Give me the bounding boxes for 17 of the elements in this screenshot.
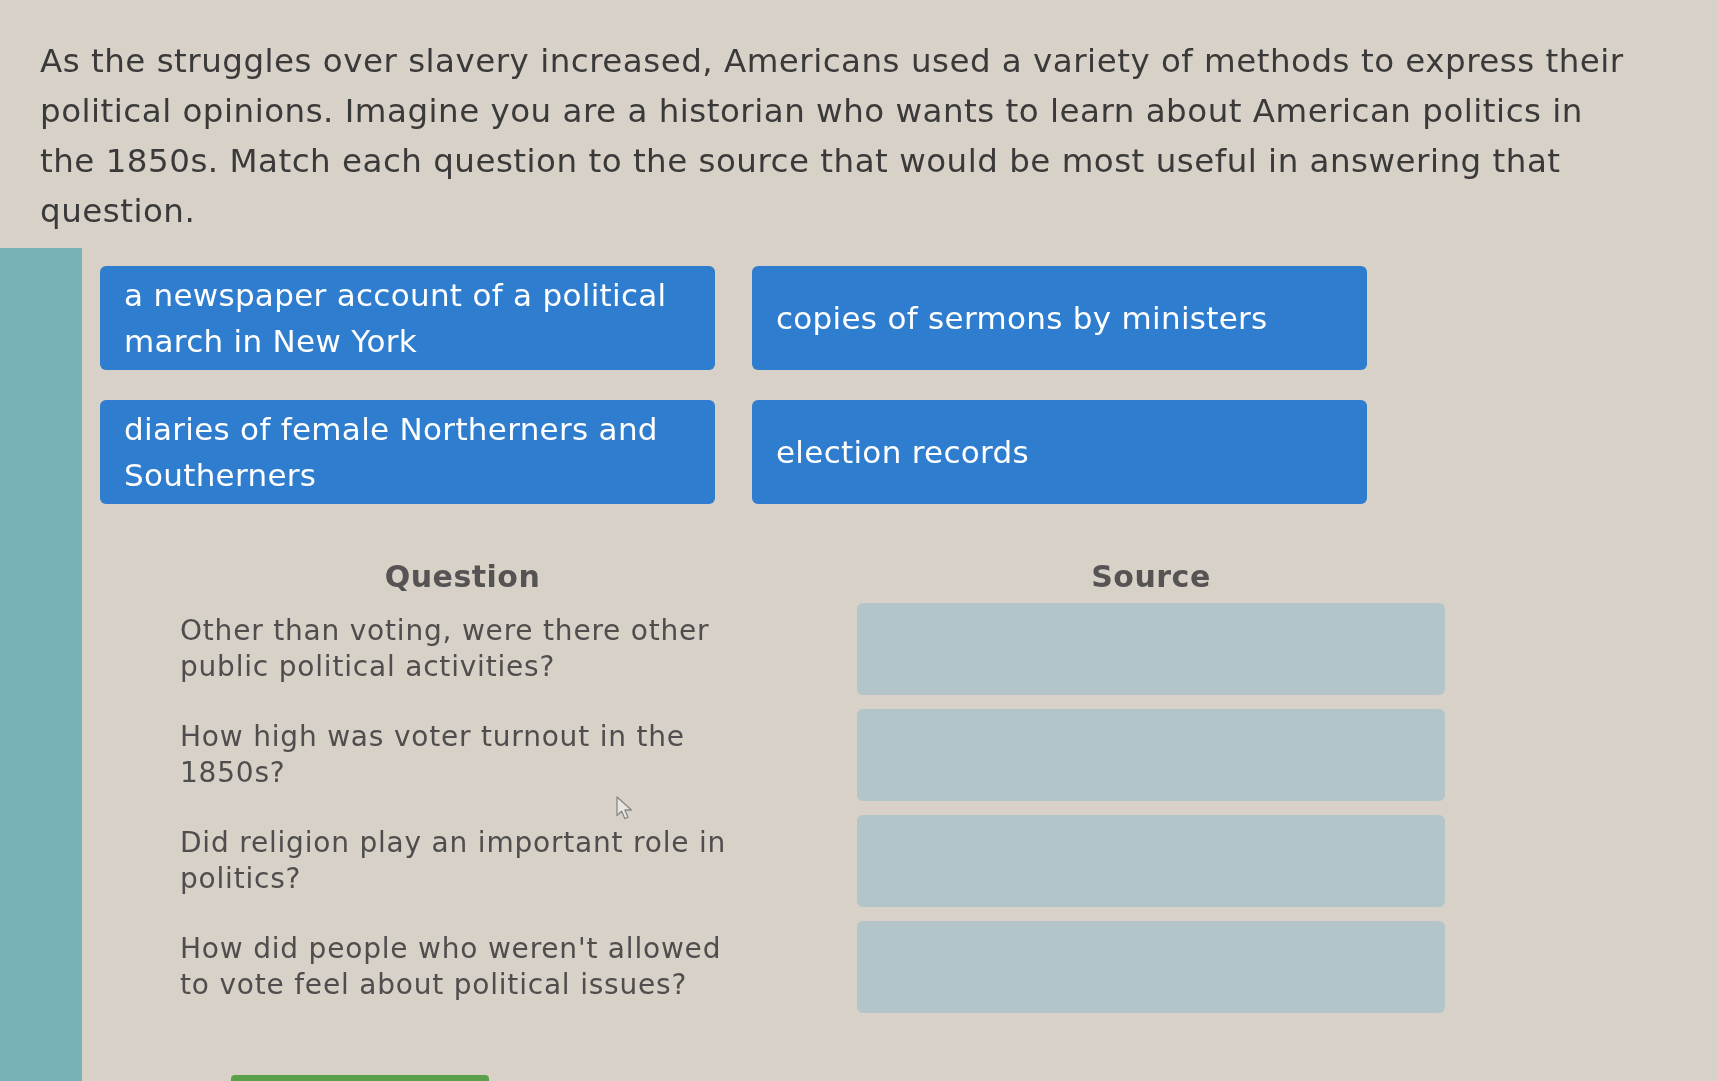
column-heading: Question bbox=[384, 558, 541, 596]
question-text: Did religion play an important role in politics? bbox=[180, 825, 728, 897]
answer-tile[interactable]: copies of sermons by ministers bbox=[752, 266, 1367, 370]
question-text: How high was voter turnout in the 1850s? bbox=[180, 719, 686, 791]
answer-tile[interactable]: election records bbox=[752, 400, 1367, 504]
answer-tile[interactable]: a newspaper account of a political march in New York bbox=[100, 266, 715, 370]
column-heading: Source bbox=[1091, 558, 1211, 596]
drop-box[interactable] bbox=[857, 709, 1445, 801]
question-text: How did people who weren't allowed to vote feel about political issues? bbox=[180, 931, 723, 1003]
drop-box[interactable] bbox=[857, 603, 1445, 695]
question-text: Other than voting, were there other public political activities? bbox=[180, 613, 711, 685]
drop-box[interactable] bbox=[857, 921, 1445, 1013]
drop-box[interactable] bbox=[857, 815, 1445, 907]
answer-tile[interactable]: diaries of female Northerners and Southerners bbox=[100, 400, 715, 504]
instructions-text: As the struggles over slavery increased, Americans used a variety of methods to express their political opinions. Imagine you are a historian who wants to learn about American politics in the 1850s. Match each question to the source that would be most useful in answering that question. bbox=[40, 41, 1625, 232]
cursor-icon bbox=[616, 796, 635, 820]
action-button[interactable] bbox=[231, 1075, 489, 1081]
